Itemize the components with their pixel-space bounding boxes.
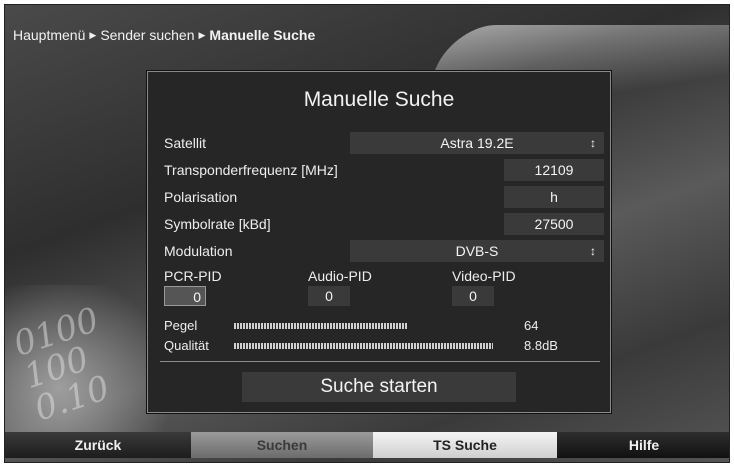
audio-pid: Audio-PID 0 — [308, 268, 372, 306]
pcr-pid-input[interactable]: 0 — [164, 286, 206, 306]
search-button[interactable]: Suchen — [191, 432, 373, 458]
pcr-pid-label: PCR-PID — [164, 268, 222, 284]
back-button[interactable]: Zurück — [5, 432, 191, 458]
satellit-label: Satellit — [164, 135, 207, 151]
breadcrumb-item-sender-suchen[interactable]: Sender suchen — [100, 27, 194, 43]
breadcrumb: Hauptmenü ▶ Sender suchen ▶ Manuelle Suc… — [13, 27, 315, 43]
modulation-value: DVB-S — [455, 243, 499, 259]
pegel-meter: Pegel 64 — [164, 318, 596, 334]
help-button[interactable]: Hilfe — [557, 432, 729, 458]
transponder-label: Transponderfrequenz [MHz] — [164, 162, 338, 178]
up-down-arrow-icon: ↕ — [590, 244, 596, 258]
symbolrate-row[interactable]: Symbolrate [kBd] 27500 — [160, 213, 604, 235]
symbolrate-input[interactable]: 27500 — [504, 213, 604, 235]
breadcrumb-item-hauptmenu[interactable]: Hauptmenü — [13, 27, 85, 43]
polarisation-row[interactable]: Polarisation h — [160, 186, 604, 208]
polarisation-select[interactable]: h — [504, 186, 604, 208]
transponder-input[interactable]: 12109 — [504, 159, 604, 181]
divider — [160, 361, 600, 362]
breadcrumb-current: Manuelle Suche — [209, 27, 316, 43]
pegel-label: Pegel — [164, 318, 198, 333]
modulation-select[interactable]: DVB-S ↕ — [350, 240, 604, 262]
tv-screen: 0100 100 0.10 Hauptmenü ▶ Sender suchen ▶ … — [4, 4, 730, 463]
qualitaet-value: 8.8dB — [524, 338, 558, 353]
qualitaet-label: Qualität — [164, 338, 209, 353]
qualitaet-bar — [234, 343, 504, 349]
audio-pid-input[interactable]: 0 — [308, 286, 350, 306]
audio-pid-label: Audio-PID — [308, 268, 372, 284]
modulation-row[interactable]: Modulation DVB-S ↕ — [160, 240, 604, 262]
pcr-pid: PCR-PID 0 — [164, 268, 222, 306]
symbolrate-label: Symbolrate [kBd] — [164, 216, 271, 232]
triangle-right-icon: ▶ — [198, 29, 206, 40]
triangle-right-icon: ▶ — [89, 29, 97, 40]
manual-search-dialog: Manuelle Suche Satellit Astra 19.2E ↕ Tr… — [147, 71, 611, 413]
pegel-bar-fill — [234, 323, 407, 329]
up-down-arrow-icon: ↕ — [590, 136, 596, 150]
satellit-row[interactable]: Satellit Astra 19.2E ↕ — [160, 132, 604, 154]
transponder-row[interactable]: Transponderfrequenz [MHz] 12109 — [160, 159, 604, 181]
video-pid-input[interactable]: 0 — [452, 286, 494, 306]
dialog-title: Manuelle Suche — [303, 88, 455, 111]
pegel-value: 64 — [524, 318, 539, 333]
video-pid-label: Video-PID — [452, 268, 516, 284]
start-search-button[interactable]: Suche starten — [242, 372, 516, 402]
ts-search-button[interactable]: TS Suche — [373, 432, 557, 458]
color-key-bar: Zurück Suchen TS Suche Hilfe — [5, 432, 729, 462]
satellit-value: Astra 19.2E — [440, 135, 514, 151]
polarisation-label: Polarisation — [164, 189, 238, 205]
satellit-select[interactable]: Astra 19.2E ↕ — [350, 132, 604, 154]
qualitaet-meter: Qualität 8.8dB — [164, 338, 596, 354]
video-pid: Video-PID 0 — [452, 268, 516, 306]
modulation-label: Modulation — [164, 243, 233, 259]
qualitaet-bar-fill — [234, 343, 494, 349]
pegel-bar — [234, 323, 504, 329]
